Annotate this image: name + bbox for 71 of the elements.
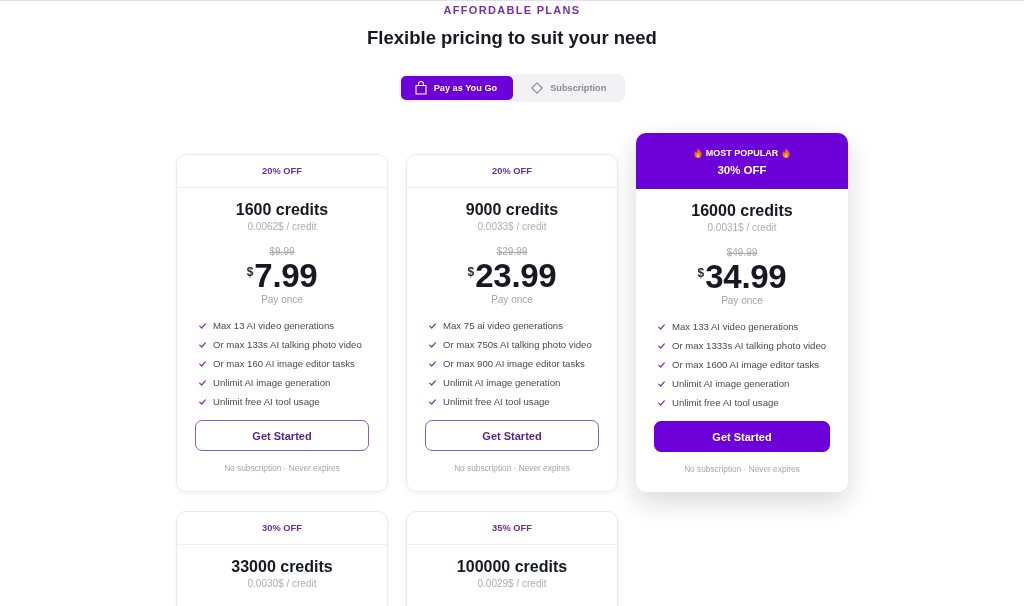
flame-icon: [782, 148, 791, 158]
get-started-button[interactable]: Get Started: [425, 420, 599, 451]
original-price: $49.99: [725, 246, 759, 260]
payment-type-label: Pay once: [720, 294, 764, 308]
popular-label: MOST POPULAR: [705, 147, 779, 160]
plan-credits: 16000 credits: [690, 201, 794, 221]
discount-label: 30% OFF: [262, 522, 302, 535]
feature-text: Or max 160 AI image editor tasks: [213, 358, 355, 369]
plan-credits: 33000 credits: [230, 557, 334, 577]
feature-text: Or max 133s AI talking photo video: [213, 339, 362, 350]
currency-symbol: $: [697, 266, 705, 280]
feature-text: Max 133 AI video generations: [672, 321, 799, 332]
check-icon: [199, 341, 206, 348]
discount-label: 20% OFF: [492, 165, 532, 178]
discount-label: 20% OFF: [262, 165, 302, 178]
price-amount: 7.99: [254, 259, 318, 293]
feature-text: Max 75 ai video generations: [443, 320, 563, 331]
check-icon: [429, 341, 436, 348]
plan-credits: 9000 credits: [464, 200, 560, 220]
price-amount: 23.99: [475, 259, 557, 293]
check-icon: [429, 379, 436, 386]
check-icon: [658, 361, 665, 368]
per-credit-price: 0.0033$ / credit: [476, 220, 548, 234]
plan-note: No subscription · Never expires: [683, 463, 801, 476]
original-price: $9.99: [268, 245, 296, 259]
feature-text: Unlimit AI image generation: [213, 377, 331, 388]
check-icon: [658, 399, 665, 406]
feature-text: Or max 1333s AI talking photo video: [672, 340, 827, 351]
billing-tab[interactable]: Pay as You Go: [400, 76, 514, 100]
feature-text: Unlimit free AI tool usage: [443, 396, 550, 407]
page-title: Flexible pricing to suit your need: [367, 26, 657, 50]
flame-icon: [693, 148, 702, 158]
check-icon: [658, 342, 665, 349]
original-price: $29.99: [495, 245, 529, 259]
payment-type-label: Pay once: [490, 293, 534, 307]
check-icon: [199, 322, 206, 329]
per-credit-price: 0.0030$ / credit: [246, 577, 318, 591]
section-eyebrow: AFFORDABLE PLANS: [442, 3, 582, 18]
check-icon: [199, 379, 206, 386]
feature-text: Or max 750s AI talking photo video: [443, 339, 592, 350]
plan-credits: 100000 credits: [455, 557, 569, 577]
feature-text: Unlimit free AI tool usage: [213, 396, 320, 407]
discount-label: 30% OFF: [717, 163, 767, 178]
plan-note: No subscription · Never expires: [223, 462, 341, 475]
feature-text: Unlimit AI image generation: [443, 377, 561, 388]
check-icon: [429, 360, 436, 367]
per-credit-price: 0.0062$ / credit: [246, 220, 318, 234]
feature-text: Max 13 AI video generations: [213, 320, 335, 331]
currency-symbol: $: [246, 265, 254, 279]
per-credit-price: 0.0029$ / credit: [476, 577, 548, 591]
shopping-bag-icon: [414, 81, 427, 95]
payment-type-label: Pay once: [260, 293, 304, 307]
plan-note: No subscription · Never expires: [453, 462, 571, 475]
currency-symbol: $: [467, 265, 475, 279]
feature-text: Unlimit AI image generation: [672, 378, 790, 389]
check-icon: [199, 398, 206, 405]
feature-text: Or max 1600 AI image editor tasks: [672, 359, 820, 370]
discount-label: 35% OFF: [492, 522, 532, 535]
check-icon: [199, 360, 206, 367]
feature-text: Unlimit free AI tool usage: [672, 397, 779, 408]
check-icon: [429, 398, 436, 405]
check-icon: [658, 323, 665, 330]
get-started-button[interactable]: Get Started: [654, 421, 830, 452]
diamond-icon: [531, 82, 544, 94]
get-started-button[interactable]: Get Started: [195, 420, 369, 451]
per-credit-price: 0.0031$ / credit: [706, 221, 778, 235]
plan-credits: 1600 credits: [234, 200, 330, 220]
feature-text: Or max 900 AI image editor tasks: [443, 358, 585, 369]
price-amount: 34.99: [705, 260, 787, 294]
check-icon: [429, 322, 436, 329]
check-icon: [658, 380, 665, 387]
